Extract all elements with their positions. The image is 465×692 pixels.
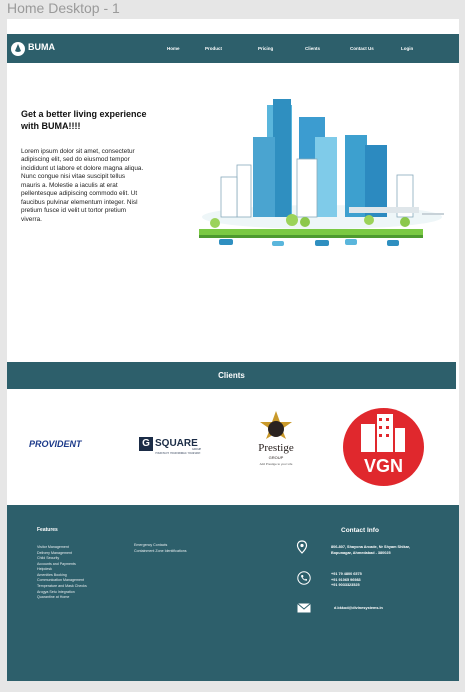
nav-contact-us[interactable]: Contact Us xyxy=(350,46,374,51)
nav-clients[interactable]: Clients xyxy=(305,46,320,51)
vgn-logo: VGN xyxy=(343,408,424,486)
feature-item: Quarantine at Home xyxy=(37,595,70,600)
hero-body: Lorem ipsum dolor sit amet, consectetur … xyxy=(21,148,144,223)
phone-numbers: +91 79 4800 6575 +91 91065 96983 +91 903… xyxy=(331,572,362,589)
location-icon xyxy=(296,540,308,554)
feature-item: Temperature and Mask Checks xyxy=(37,583,87,588)
email-icon xyxy=(297,603,311,613)
prestige-star-icon xyxy=(260,411,292,439)
address-line: 806-807, Shayona Arcade, Nr Shyam Shikar… xyxy=(331,545,411,549)
logo-icon xyxy=(11,42,25,56)
phone-number[interactable]: +91 9033323525 xyxy=(331,583,362,589)
email-address[interactable]: d.bkkod@divinesystems.in xyxy=(334,606,383,612)
contact-heading: Contact Info xyxy=(341,527,379,534)
nav-home[interactable]: Home xyxy=(167,46,180,51)
vgn-building-icon xyxy=(361,414,405,452)
provident-logo: PROVIDENT xyxy=(29,439,82,449)
nav-product[interactable]: Product xyxy=(205,46,222,51)
phone-number[interactable]: +91 79 4800 6575 xyxy=(331,572,362,578)
feature-item: Containment Zone Identifications xyxy=(134,548,187,553)
city-illustration xyxy=(199,99,444,246)
gsquare-sub: GROUP xyxy=(192,448,202,451)
nav-login[interactable]: Login xyxy=(401,46,413,51)
prestige-group: GROUP xyxy=(268,455,284,460)
features-list-2: Emergency Contacts Containment Zone Iden… xyxy=(134,543,187,554)
clients-header: Clients xyxy=(7,362,456,389)
prestige-word: Prestige xyxy=(258,442,294,454)
gsquare-letter: G xyxy=(139,437,153,451)
frame-title: Home Desktop - 1 xyxy=(7,0,120,16)
nav-pricing[interactable]: Pricing xyxy=(258,46,273,51)
features-list-1: Visitor Management Delivery Management C… xyxy=(37,545,87,601)
page-canvas: BUMA Home Product Pricing Clients Contac… xyxy=(7,19,459,681)
address-text: 806-807, Shayona Arcade, Nr Shyam Shikar… xyxy=(331,545,410,556)
gsquare-tagline: YOUR PLOT. YOUR WORLD. YOUR WAY. xyxy=(155,452,201,455)
prestige-tagline: Add Prestige to your Life xyxy=(259,462,293,466)
brand-name[interactable]: BUMA xyxy=(28,42,55,52)
address-line: Bopunagar, Ahmedabad - 380025 xyxy=(331,550,391,555)
prestige-logo: Prestige GROUP Add Prestige to your Life xyxy=(247,410,305,477)
clients-title: Clients xyxy=(218,371,245,380)
footer: Features Visitor Management Delivery Man… xyxy=(7,505,459,681)
features-heading: Features xyxy=(37,527,58,533)
phone-icon xyxy=(297,571,311,585)
hero-title: Get a better living experience with BUMA… xyxy=(21,109,147,131)
vgn-word: VGN xyxy=(363,456,403,476)
navbar: BUMA Home Product Pricing Clients Contac… xyxy=(7,34,459,63)
gsquare-logo: G SQUARE GROUP YOUR PLOT. YOUR WORLD. YO… xyxy=(139,437,205,455)
